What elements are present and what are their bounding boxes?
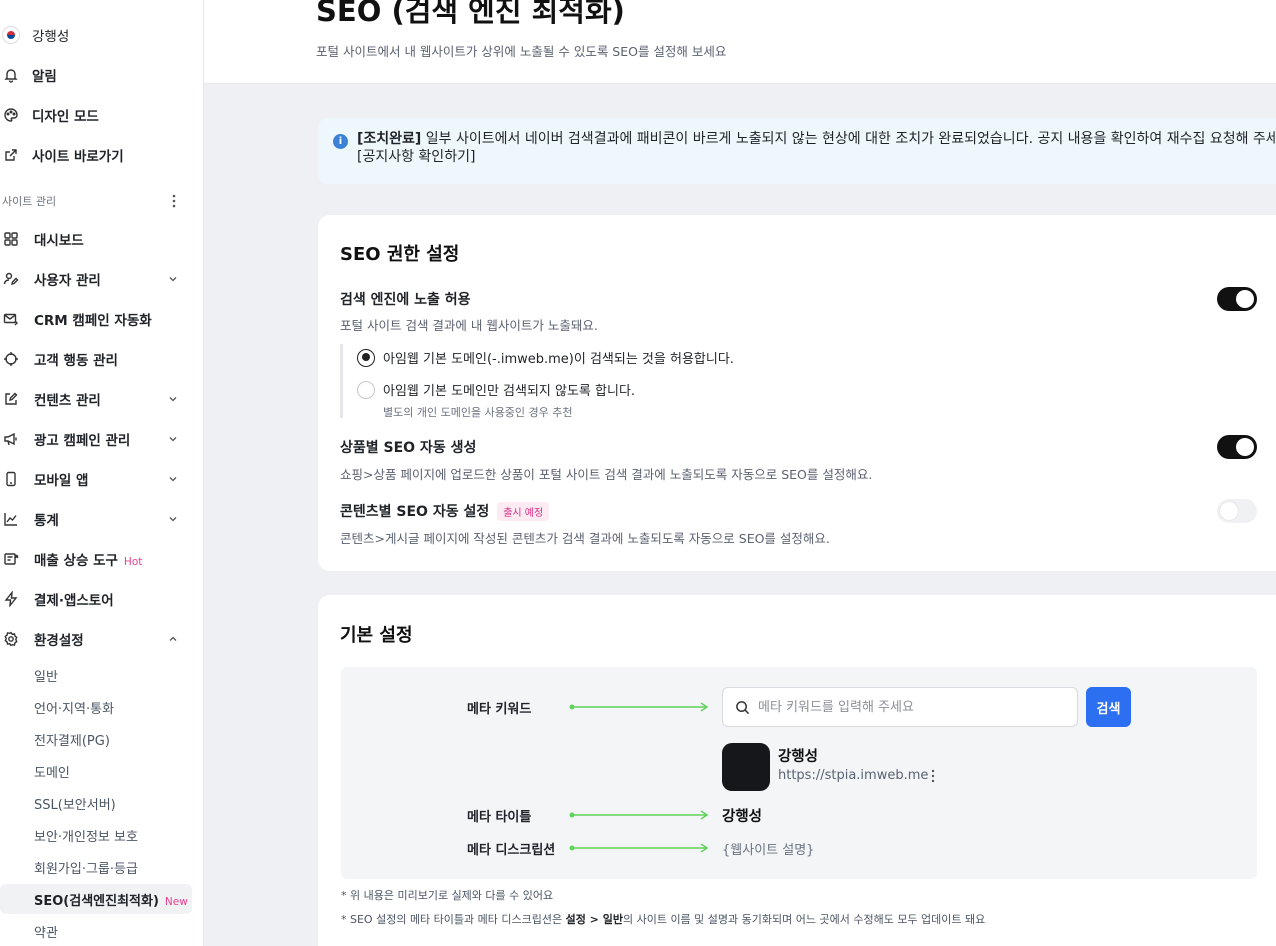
- korea-flag-icon: [2, 26, 20, 44]
- section-label-site-management: 사이트 관리: [2, 195, 57, 208]
- option-desc: 포털 사이트 검색 결과에 내 웹사이트가 노출돼요.: [340, 318, 598, 333]
- sidebar-item-crm[interactable]: CRM 캠페인 자동화: [0, 299, 203, 339]
- bell-icon: [2, 66, 20, 84]
- sidebar-sub-pg[interactable]: 전자결제(PG): [0, 724, 203, 754]
- option-desc: 콘텐츠>게시글 페이지에 작성된 콘텐츠가 검색 결과에 노출되도록 자동으로 …: [340, 531, 830, 546]
- meta-keyword-label: 메타 키워드: [467, 702, 532, 717]
- chart-line-icon: [2, 510, 20, 528]
- meta-desc-value: {웹사이트 설명}: [722, 843, 815, 858]
- domain-radio-group: 아임웹 기본 도메인(-.imweb.me)이 검색되는 것을 허용합니다. 아…: [340, 344, 840, 419]
- footnote: * SEO 설정의 메타 타이틀과 메타 디스크립션은 설정 > 일반의 사이트…: [341, 913, 986, 926]
- meta-keyword-input[interactable]: [758, 699, 1058, 715]
- meta-desc-label: 메타 디스크립션: [467, 843, 556, 858]
- sidebar-item-payment-appstore[interactable]: 결제·앱스토어: [0, 579, 203, 619]
- option-title: 상품별 SEO 자동 생성: [340, 440, 477, 456]
- bolt-icon: [2, 590, 20, 608]
- chevron-down-icon: [169, 477, 177, 482]
- megaphone-icon: [2, 430, 20, 448]
- meta-title-value: 강행성: [722, 809, 763, 825]
- hot-tag: Hot: [123, 556, 143, 568]
- sidebar-item-ad-campaign[interactable]: 광고 캠페인 관리: [0, 419, 203, 459]
- page-header: SEO (검색 엔진 최적화) 포털 사이트에서 내 웹사이트가 상위에 노출될…: [204, 0, 1276, 84]
- product-seo-toggle[interactable]: [1217, 435, 1257, 459]
- sidebar: 강행성 알림 디자인 모드 사이트 바로가기 사이트 관리 대시보드 사용자 관…: [0, 0, 204, 946]
- arrow-icon: [569, 843, 709, 853]
- search-engine-exposure-toggle[interactable]: [1217, 287, 1257, 311]
- mobile-icon: [2, 470, 20, 488]
- seo-preview: 메타 키워드 검색 강행성 https://stpia.imweb.me 메타 …: [341, 667, 1257, 879]
- page-title: SEO (검색 엔진 최적화): [316, 0, 625, 28]
- more-vertical-icon[interactable]: [169, 193, 179, 209]
- arrow-icon: [569, 810, 709, 820]
- basic-settings-card: 기본 설정 메타 키워드 검색 강행성 https://stpia.imweb.…: [318, 595, 1276, 946]
- notice-bold: [조치완료]: [357, 131, 422, 147]
- chevron-down-icon: [169, 397, 177, 402]
- sidebar-item-notifications[interactable]: 알림: [0, 55, 203, 95]
- external-link-icon: [2, 146, 20, 164]
- site-url: https://stpia.imweb.me: [778, 768, 929, 783]
- user-profile[interactable]: 강행성: [0, 15, 203, 55]
- info-icon: i: [333, 134, 348, 149]
- radio-checked-icon: [357, 348, 375, 367]
- palette-icon: [2, 106, 20, 124]
- user-name: 강행성: [32, 29, 70, 45]
- chevron-down-icon: [169, 277, 177, 282]
- sidebar-sub-membership[interactable]: 회원가입·그룹·등급: [0, 852, 203, 882]
- chevron-up-icon: [169, 636, 177, 641]
- sidebar-sub-security[interactable]: 보안·개인정보 보호: [0, 820, 203, 850]
- card-title: 기본 설정: [340, 625, 413, 646]
- search-button[interactable]: 검색: [1086, 687, 1131, 727]
- sidebar-item-visit-site[interactable]: 사이트 바로가기: [0, 135, 203, 175]
- mail-auto-icon: [2, 310, 20, 328]
- sidebar-sub-seo[interactable]: SEO(검색엔진최적화) New: [0, 884, 192, 914]
- target-icon: [2, 350, 20, 368]
- sidebar-sub-ssl[interactable]: SSL(보안서버): [0, 788, 203, 818]
- content-seo-toggle[interactable]: [1217, 499, 1257, 523]
- meta-keyword-search[interactable]: [722, 687, 1078, 727]
- notice-banner[interactable]: i [조치완료] 일부 사이트에서 네이버 검색결과에 패비콘이 바르게 노출되…: [318, 118, 1276, 184]
- sidebar-item-content-management[interactable]: 컨텐츠 관리: [0, 379, 203, 419]
- radio-note: 별도의 개인 도메인을 사용중인 경우 추천: [383, 406, 573, 419]
- sidebar-item-settings[interactable]: 환경설정: [0, 619, 203, 659]
- gear-icon: [2, 630, 20, 648]
- chevron-down-icon: [169, 517, 177, 522]
- site-logo: [722, 743, 770, 791]
- sidebar-item-design-mode[interactable]: 디자인 모드: [0, 95, 203, 135]
- sidebar-item-user-management[interactable]: 사용자 관리: [0, 259, 203, 299]
- coming-soon-badge: 출시 예정: [497, 501, 550, 521]
- sidebar-sub-domain[interactable]: 도메인: [0, 756, 203, 786]
- sidebar-item-mobile-app[interactable]: 모바일 앱: [0, 459, 203, 499]
- sidebar-sub-general[interactable]: 일반: [0, 660, 203, 690]
- seo-permission-card: SEO 권한 설정 검색 엔진에 노출 허용 포털 사이트 검색 결과에 내 웹…: [318, 215, 1276, 571]
- radio-block-default-domain[interactable]: 아임웹 기본 도메인만 검색되지 않도록 합니다.: [357, 380, 635, 399]
- site-name: 강행성: [778, 749, 819, 765]
- option-title: 콘텐츠별 SEO 자동 설정 출시 예정: [340, 501, 550, 521]
- sidebar-sub-terms[interactable]: 약관: [0, 916, 203, 946]
- option-desc: 쇼핑>상품 페이지에 업로드한 상품이 포털 사이트 검색 결과에 노출되도록 …: [340, 467, 873, 482]
- sales-tool-icon: [2, 550, 20, 568]
- sidebar-sub-language[interactable]: 언어·지역·통화: [0, 692, 203, 722]
- chevron-down-icon: [169, 437, 177, 442]
- arrow-icon: [569, 702, 709, 712]
- sidebar-item-sales-tools[interactable]: 매출 상승 도구 Hot: [0, 539, 203, 579]
- pencil-square-icon: [2, 390, 20, 408]
- sidebar-item-customer-behavior[interactable]: 고객 행동 관리: [0, 339, 203, 379]
- grid-icon: [2, 230, 20, 248]
- meta-title-label: 메타 타이틀: [467, 810, 532, 825]
- radio-allow-default-domain[interactable]: 아임웹 기본 도메인(-.imweb.me)이 검색되는 것을 허용합니다.: [357, 348, 734, 367]
- new-tag: New: [164, 895, 188, 908]
- sidebar-item-dashboard[interactable]: 대시보드: [0, 219, 203, 259]
- footnote: * 위 내용은 미리보기로 실제와 다를 수 있어요: [341, 889, 554, 902]
- card-title: SEO 권한 설정: [340, 244, 460, 265]
- more-vertical-icon[interactable]: [930, 769, 936, 783]
- user-edit-icon: [2, 270, 20, 288]
- page-subtitle: 포털 사이트에서 내 웹사이트가 상위에 노출될 수 있도록 SEO를 설정해 …: [316, 44, 727, 59]
- radio-unchecked-icon: [357, 380, 375, 399]
- option-title: 검색 엔진에 노출 허용: [340, 292, 471, 308]
- notice-text: 일부 사이트에서 네이버 검색결과에 패비콘이 바르게 노출되지 않는 현상에 …: [357, 131, 1276, 165]
- sidebar-item-statistics[interactable]: 통계: [0, 499, 203, 539]
- search-icon: [736, 700, 750, 714]
